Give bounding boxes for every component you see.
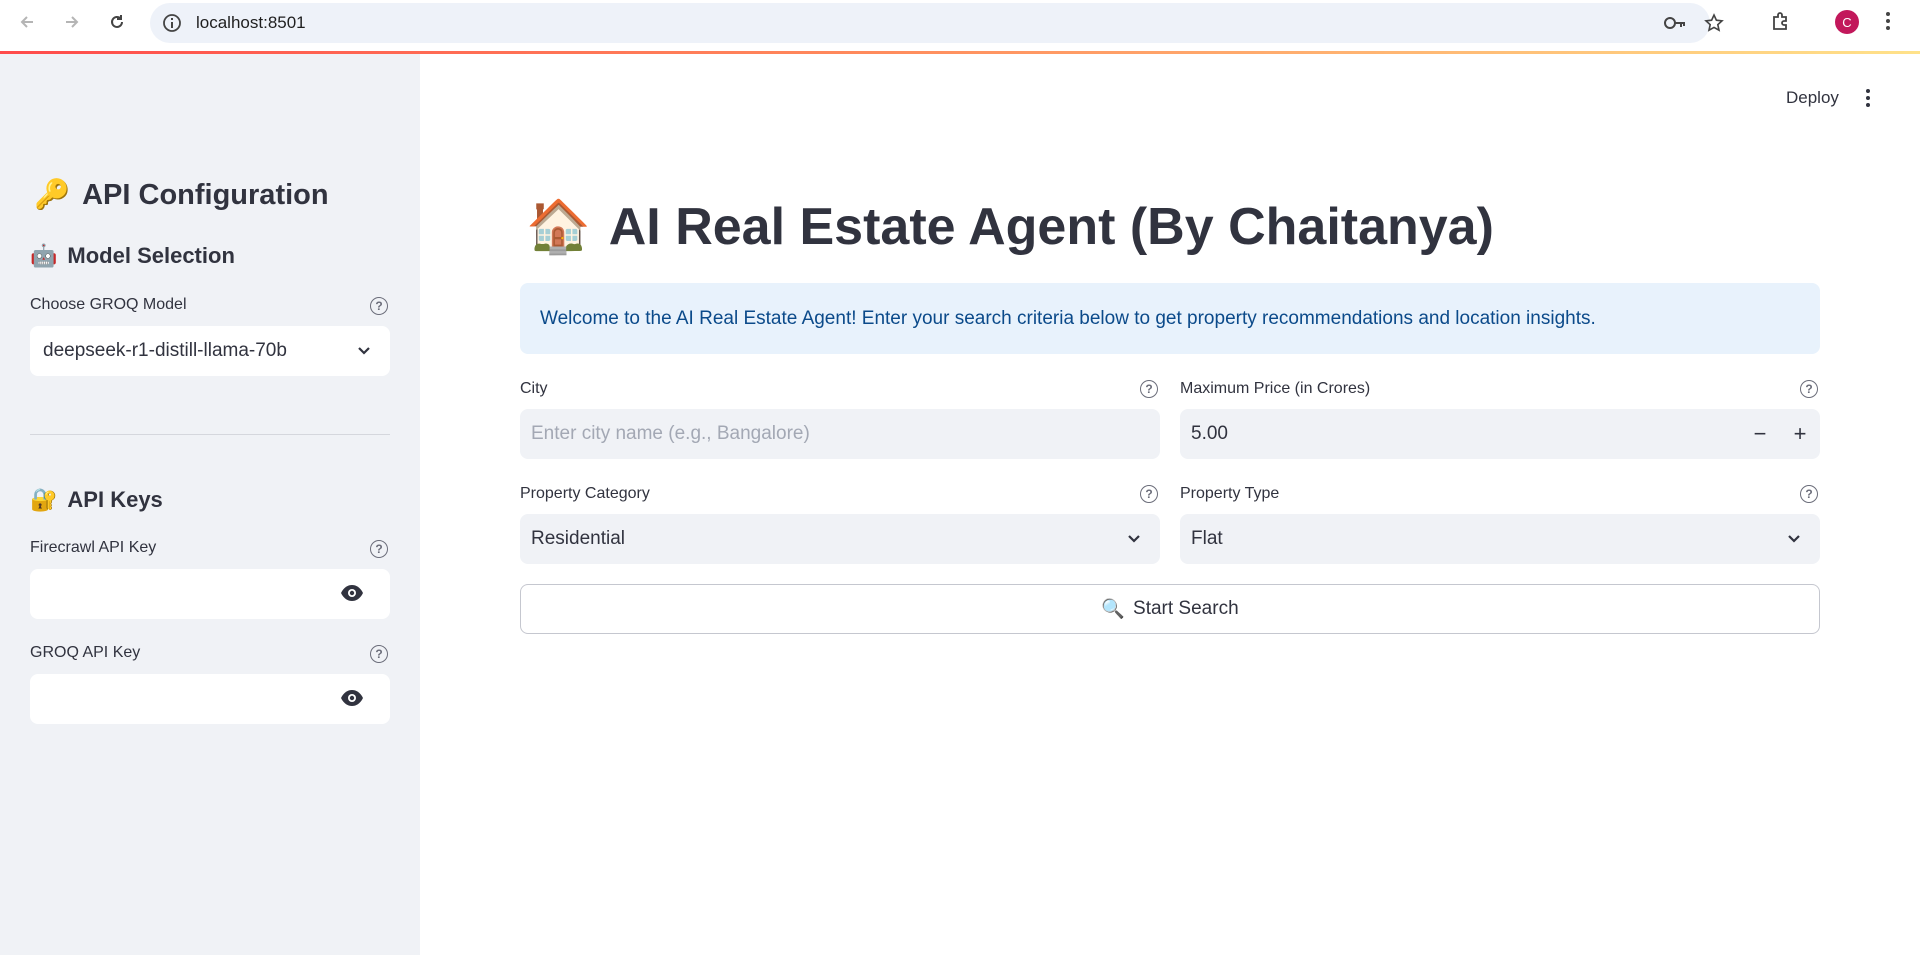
- profile-avatar[interactable]: C: [1835, 10, 1859, 34]
- max-price-value: 5.00: [1191, 423, 1228, 444]
- property-type-select[interactable]: Flat: [1180, 514, 1820, 564]
- city-input[interactable]: Enter city name (e.g., Bangalore): [520, 409, 1160, 459]
- bookmark-star-icon[interactable]: [1704, 13, 1724, 38]
- firecrawl-key-label: Firecrawl API Key: [30, 539, 157, 556]
- help-icon[interactable]: ?: [1140, 380, 1158, 398]
- property-category-label: Property Category: [520, 485, 650, 502]
- property-type-value: Flat: [1191, 528, 1223, 549]
- info-alert-text: Welcome to the AI Real Estate Agent! Ent…: [540, 307, 1596, 329]
- property-category-select[interactable]: Residential: [520, 514, 1160, 564]
- model-select-value: deepseek-r1-distill-llama-70b: [43, 340, 287, 361]
- page-title-text: AI Real Estate Agent (By Chaitanya): [608, 197, 1494, 256]
- browser-toolbar: localhost:8501 C: [0, 0, 1920, 45]
- help-icon[interactable]: ?: [1800, 380, 1818, 398]
- url-text[interactable]: localhost:8501: [196, 13, 306, 33]
- back-arrow-icon[interactable]: [13, 8, 41, 36]
- property-type-label: Property Type: [1180, 485, 1280, 502]
- chevron-down-icon: [356, 343, 372, 365]
- deploy-button[interactable]: Deploy: [1786, 88, 1839, 108]
- property-category-value: Residential: [531, 528, 625, 549]
- city-label: City: [520, 380, 548, 397]
- max-price-label: Maximum Price (in Crores): [1180, 380, 1371, 397]
- start-search-label: Start Search: [1133, 598, 1239, 619]
- sidebar: 🔑 API Configuration 🤖 Model Selection Ch…: [0, 54, 420, 955]
- increment-icon[interactable]: +: [1780, 409, 1820, 459]
- info-alert: Welcome to the AI Real Estate Agent! Ent…: [520, 283, 1820, 354]
- max-price-input[interactable]: 5.00 − +: [1180, 409, 1820, 459]
- decrement-icon[interactable]: −: [1740, 409, 1780, 459]
- model-selection-heading-text: Model Selection: [67, 243, 235, 268]
- show-password-eye-icon[interactable]: [340, 583, 364, 608]
- forward-arrow-icon[interactable]: [58, 8, 86, 36]
- model-select[interactable]: deepseek-r1-distill-llama-70b: [30, 326, 390, 376]
- sidebar-title: 🔑 API Configuration: [34, 178, 329, 212]
- help-icon[interactable]: ?: [370, 540, 388, 558]
- start-search-button[interactable]: 🔍 Start Search: [520, 584, 1820, 634]
- site-info-icon[interactable]: [162, 13, 182, 38]
- model-select-label: Choose GROQ Model: [30, 296, 187, 313]
- firecrawl-key-input[interactable]: [30, 569, 390, 619]
- groq-key-input[interactable]: [30, 674, 390, 724]
- sidebar-divider: [30, 434, 390, 435]
- chevron-down-icon: [1126, 531, 1142, 553]
- reload-icon[interactable]: [103, 8, 131, 36]
- help-icon[interactable]: ?: [1140, 485, 1158, 503]
- show-password-eye-icon[interactable]: [340, 688, 364, 713]
- help-icon[interactable]: ?: [1800, 485, 1818, 503]
- city-input-placeholder: Enter city name (e.g., Bangalore): [531, 423, 810, 444]
- api-keys-heading: 🔐 API Keys: [30, 487, 163, 513]
- browser-menu-icon[interactable]: [1885, 10, 1891, 37]
- search-icon: 🔍: [1101, 599, 1126, 620]
- help-icon[interactable]: ?: [370, 645, 388, 663]
- main-menu-icon[interactable]: [1865, 88, 1871, 113]
- help-icon[interactable]: ?: [370, 297, 388, 315]
- address-bar[interactable]: localhost:8501: [150, 3, 1724, 43]
- api-keys-heading-text: API Keys: [67, 487, 163, 512]
- robot-icon: 🤖: [30, 243, 58, 268]
- lock-icon: 🔐: [30, 487, 58, 512]
- model-selection-heading: 🤖 Model Selection: [30, 243, 235, 269]
- key-icon: 🔑: [34, 179, 71, 211]
- groq-key-label: GROQ API Key: [30, 644, 141, 661]
- chevron-down-icon: [1786, 531, 1802, 553]
- extensions-icon[interactable]: [1770, 10, 1792, 37]
- house-icon: 🏠: [526, 198, 591, 256]
- password-key-icon[interactable]: [1663, 13, 1687, 38]
- page-title: 🏠 AI Real Estate Agent (By Chaitanya): [526, 196, 1494, 257]
- sidebar-title-text: API Configuration: [82, 178, 329, 211]
